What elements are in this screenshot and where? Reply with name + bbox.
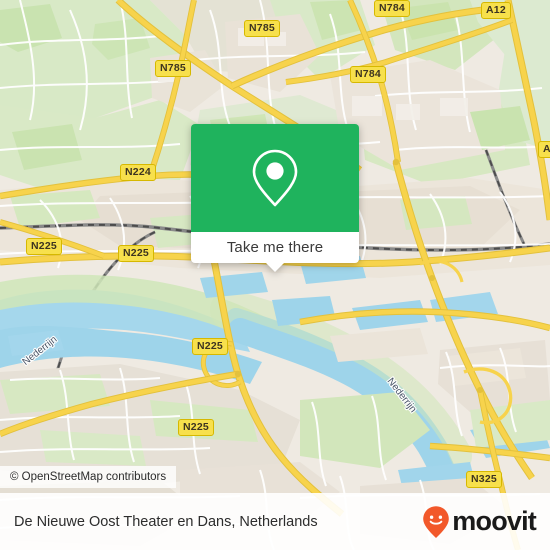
location-popup-card[interactable]: Take me there xyxy=(191,124,359,272)
road-shield-n785-left: N785 xyxy=(155,60,191,77)
road-shield-n785-top: N785 xyxy=(244,20,280,37)
road-shield-a12: A12 xyxy=(481,2,511,19)
road-shield-n225-west: N225 xyxy=(118,245,154,262)
popup-icon-area xyxy=(191,124,359,232)
map-screen: N785 N784 A12 N785 N784 N224 A N225 N225… xyxy=(0,0,550,550)
road-shield-n224: N224 xyxy=(120,164,156,181)
take-me-there-label: Take me there xyxy=(226,239,324,256)
road-shield-n325: N325 xyxy=(466,471,502,488)
road-shield-n784-top: N784 xyxy=(374,0,410,17)
road-shield-n225-westedge: N225 xyxy=(26,238,62,255)
map-pin-icon xyxy=(252,149,298,207)
road-shield-n225-mid: N225 xyxy=(192,338,228,355)
popup-action-area[interactable]: Take me there xyxy=(191,232,359,272)
moovit-smiley-pin-icon xyxy=(423,505,450,538)
map-attribution[interactable]: © OpenStreetMap contributors xyxy=(0,466,177,488)
road-shield-n784-mid: N784 xyxy=(350,66,386,83)
moovit-wordmark: moovit xyxy=(452,506,537,536)
road-shield-a-clipped: A xyxy=(538,141,550,158)
moovit-logo[interactable]: moovit xyxy=(421,505,537,539)
bottom-bar: De Nieuwe Oost Theater en Dans, Netherla… xyxy=(0,493,550,550)
location-title: De Nieuwe Oost Theater en Dans, Netherla… xyxy=(14,513,318,530)
popup-pointer-tail xyxy=(265,262,285,272)
road-shield-n225-south: N225 xyxy=(178,419,214,436)
